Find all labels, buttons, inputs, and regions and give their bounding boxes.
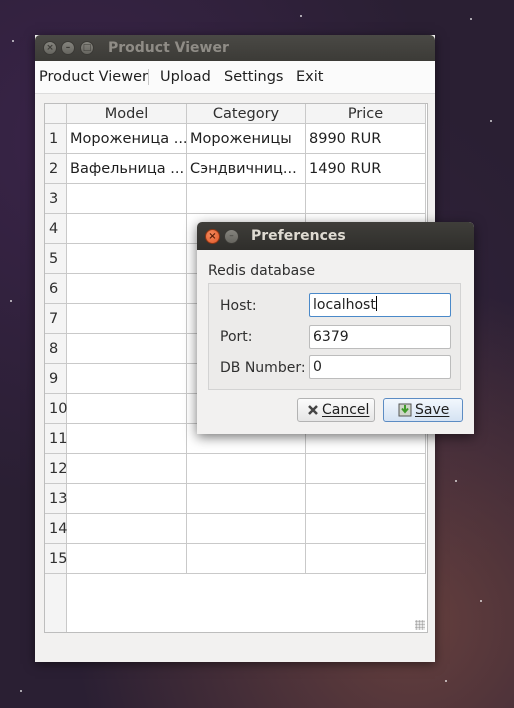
row-number[interactable]: 3 [45,184,67,214]
table-cell-category[interactable] [187,484,306,514]
table-cell-model[interactable]: Мороженица ... [67,124,187,154]
minimize-icon[interactable]: – [224,229,239,244]
menu-separator [148,69,149,85]
table-cell-model[interactable] [67,334,187,364]
row-number[interactable]: 14 [45,514,67,544]
menu-product-viewer[interactable]: Product Viewer [39,69,148,85]
row-number[interactable]: 2 [45,154,67,184]
table-cell-price[interactable]: 1490 RUR [306,154,426,184]
table-cell-category[interactable]: Мороженицы [187,124,306,154]
table-cell-price[interactable] [306,514,426,544]
column-header-category[interactable]: Category [187,104,306,124]
close-icon[interactable]: × [205,229,220,244]
table-cell-model[interactable] [67,514,187,544]
table-cell-category[interactable] [187,454,306,484]
row-header-filler [45,574,67,632]
table-cell-model[interactable] [67,214,187,244]
star [10,300,12,302]
menu-upload[interactable]: Upload [160,69,211,85]
column-header-model[interactable]: Model [67,104,187,124]
table-cell-model[interactable] [67,304,187,334]
save-icon [398,403,412,417]
row-number[interactable]: 8 [45,334,67,364]
cancel-label: Cancel [322,402,370,418]
row-number[interactable]: 4 [45,214,67,244]
port-value: 6379 [313,329,349,345]
menubar: Product Viewer Upload Settings Exit [35,61,435,94]
row-number[interactable]: 10 [45,394,67,424]
dialog-titlebar[interactable]: × – Preferences [197,222,474,250]
table-cell-price[interactable] [306,544,426,574]
column-header-price[interactable]: Price [306,104,426,124]
table-cell-model[interactable] [67,394,187,424]
star [445,680,447,682]
table-cell-price[interactable] [306,454,426,484]
port-input[interactable]: 6379 [309,325,451,349]
row-number[interactable]: 15 [45,544,67,574]
row-number[interactable]: 5 [45,244,67,274]
table-cell-model[interactable] [67,244,187,274]
star [455,480,457,482]
table-cell-category[interactable]: Сэндвичниц... [187,154,306,184]
menu-exit[interactable]: Exit [296,69,323,85]
host-value: localhost [313,297,376,313]
star [480,600,482,602]
table-cell-category[interactable] [187,184,306,214]
table-cell-model[interactable] [67,364,187,394]
dialog-title: Preferences [251,228,346,244]
table-cell-model[interactable] [67,484,187,514]
group-label: Redis database [208,263,316,279]
row-number[interactable]: 11 [45,424,67,454]
table-cell-price[interactable] [306,184,426,214]
cancel-button[interactable]: Cancel [297,398,375,422]
minimize-icon[interactable]: – [61,41,75,55]
row-number[interactable]: 6 [45,274,67,304]
maximize-icon[interactable]: □ [80,41,94,55]
port-label: Port: [220,329,253,345]
star [470,18,472,20]
table-cell-model[interactable] [67,184,187,214]
row-number[interactable]: 1 [45,124,67,154]
table-cell-model[interactable]: Вафельница ... [67,154,187,184]
host-input[interactable]: localhost [309,293,451,317]
table-cell-category[interactable] [187,544,306,574]
table-cell-price[interactable]: 8990 RUR [306,124,426,154]
row-number[interactable]: 13 [45,484,67,514]
row-number[interactable]: 9 [45,364,67,394]
table-cell-model[interactable] [67,424,187,454]
table-cell-price[interactable] [306,484,426,514]
row-number[interactable]: 7 [45,304,67,334]
resize-grip-icon[interactable] [415,620,425,630]
star [20,690,22,692]
db-number-input[interactable]: 0 [309,355,451,379]
save-label: Save [415,402,450,418]
text-caret [375,296,377,311]
menu-settings[interactable]: Settings [224,69,283,85]
table-cell-category[interactable] [187,514,306,544]
table-cell-model[interactable] [67,544,187,574]
table-corner[interactable] [45,104,67,124]
db-number-label: DB Number: [220,360,306,376]
save-button[interactable]: Save [383,398,463,422]
star [490,120,492,122]
window-title: Product Viewer [108,40,229,56]
star [12,40,14,42]
db-number-value: 0 [313,359,322,375]
cross-icon [308,405,318,415]
table-cell-model[interactable] [67,454,187,484]
host-label: Host: [220,298,257,314]
table-cell-model[interactable] [67,274,187,304]
star [300,15,302,17]
preferences-dialog: × – Preferences Redis database Host: loc… [197,222,474,434]
row-number[interactable]: 12 [45,454,67,484]
main-titlebar[interactable]: × – □ Product Viewer [35,35,435,61]
close-icon[interactable]: × [43,41,57,55]
